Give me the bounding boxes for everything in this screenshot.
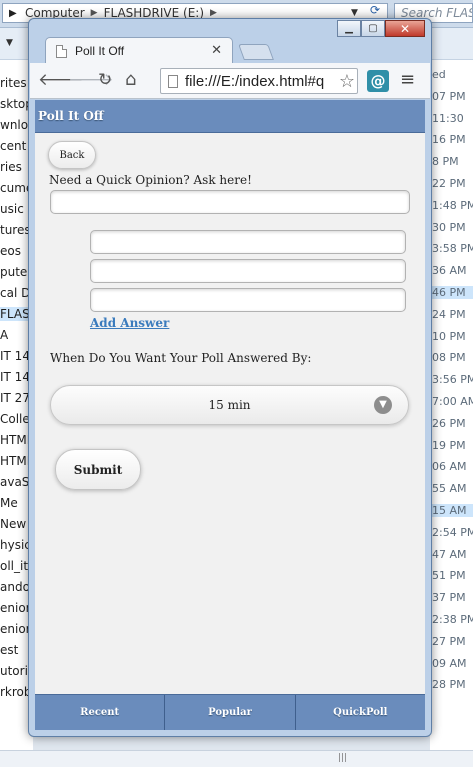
date-modified-cell: 19 PM [432, 438, 466, 452]
date-modified-cell: 08 PM [432, 351, 466, 365]
date-modified-cell: 1:48 PM [432, 198, 473, 212]
submit-button[interactable]: Submit [55, 449, 141, 490]
deadline-label: When Do You Want Your Poll Answered By: [50, 351, 312, 365]
date-modified-cell: 8 PM [432, 155, 459, 169]
nav-pane-item[interactable]: IT 14 [0, 370, 30, 384]
date-modified-cell: 24 PM [432, 307, 466, 321]
nav-pane-item[interactable]: enior [0, 622, 31, 636]
nav-pane-item[interactable]: enior [0, 601, 31, 615]
date-modified-cell: 30 PM [432, 220, 466, 234]
close-tab-icon[interactable]: ✕ [211, 43, 222, 58]
tab-title: Poll It Off [75, 44, 125, 58]
scrollbar-grip-icon[interactable]: ||| [338, 753, 347, 763]
date-modified-cell: 15 AM [432, 504, 473, 517]
answer-input-1[interactable] [90, 230, 406, 254]
breadcrumb-separator-icon: ▶ [210, 8, 217, 18]
chevron-down-icon: ▼ [374, 396, 392, 414]
new-tab-button[interactable] [238, 44, 274, 60]
deadline-selected-value: 15 min [208, 398, 251, 412]
nav-pane-item[interactable]: A [0, 328, 8, 342]
date-modified-cell: ed [432, 68, 446, 81]
browser-window: ▁ ▢ ✕ Poll It Off ✕ 🡐 🡒 ↻ ⌂ file:///E:/i… [28, 18, 432, 737]
add-answer-link[interactable]: Add Answer [90, 316, 169, 330]
date-modified-cell: 22 PM [432, 177, 466, 190]
nav-pane-item[interactable]: ando [0, 580, 30, 594]
reload-icon[interactable]: ↻ [98, 71, 112, 89]
answer-input-3[interactable] [90, 288, 406, 312]
date-modified-cell: 37 PM [432, 591, 466, 605]
menu-icon[interactable]: ≡ [400, 69, 415, 90]
nav-pane-item[interactable]: usic [0, 202, 24, 216]
extension-icon[interactable]: @ [367, 70, 389, 92]
explorer-date-column: ed 07 PM 11:30 16 PM 8 PM 22 PM 1:48 PM 30 PM 3:… [430, 60, 473, 750]
footer-nav: Recent Popular QuickPoll [35, 694, 425, 730]
tab-poll-it-off[interactable]: Poll It Off ✕ [45, 37, 233, 64]
date-modified-cell: 3:56 PM [432, 373, 473, 387]
home-icon[interactable]: ⌂ [125, 71, 136, 89]
date-modified-cell: 27 PM [432, 634, 466, 648]
tab-strip: Poll It Off ✕ [29, 19, 431, 64]
date-modified-cell: 2:38 PM [432, 613, 473, 626]
question-label: Need a Quick Opinion? Ask here! [49, 173, 252, 187]
date-modified-cell: 07 PM [432, 89, 466, 103]
nav-pane-item[interactable]: IT 27 [0, 391, 30, 405]
address-dropdown-icon[interactable]: ▼ [351, 8, 358, 18]
date-modified-cell: 55 AM [432, 482, 467, 496]
date-modified-cell: 09 AM [432, 656, 467, 670]
page-title: Poll It Off [38, 109, 104, 123]
date-modified-cell: 3:58 PM [432, 242, 473, 256]
nav-pane-item[interactable]: eos [0, 244, 21, 258]
nav-pane-item[interactable]: rites [0, 76, 27, 90]
date-modified-cell: 46 PM [432, 286, 473, 299]
deadline-select[interactable]: 15 min ▼ [50, 385, 409, 425]
back-button[interactable]: Back [48, 141, 96, 169]
page-icon [168, 74, 178, 88]
organize-dropdown-icon[interactable]: ▼ [6, 38, 13, 48]
answer-input-2[interactable] [90, 259, 406, 283]
browser-toolbar: 🡐 🡒 ↻ ⌂ file:///E:/index.html#q ☆ @ ≡ [30, 63, 430, 99]
date-modified-cell: 47 AM [432, 547, 467, 561]
footer-tab-popular[interactable]: Popular [165, 695, 296, 730]
nav-pane-item[interactable]: wnlo [0, 118, 28, 132]
breadcrumb-separator-icon: ▶ [90, 8, 98, 18]
question-input[interactable] [50, 190, 410, 214]
footer-tab-recent[interactable]: Recent [35, 695, 166, 730]
nav-pane-item[interactable]: tures [0, 223, 31, 237]
nav-pane-item[interactable]: IT 14 [0, 349, 30, 363]
nav-pane-item[interactable]: oll_it [0, 559, 28, 573]
date-modified-cell: 26 PM [432, 416, 466, 430]
nav-pane-item[interactable]: ries [0, 160, 22, 174]
page-icon [56, 44, 67, 58]
nav-pane-item[interactable]: est [0, 643, 18, 657]
date-modified-cell: 7:00 AM [432, 395, 473, 408]
footer-tab-quickpoll[interactable]: QuickPoll [296, 695, 425, 730]
nav-pane-item[interactable]: Me [0, 496, 18, 510]
app-page: Poll It Off Back Need a Quick Opinion? A… [35, 100, 425, 730]
nav-pane-item[interactable]: rkrob [0, 685, 32, 699]
date-modified-cell: 51 PM [432, 569, 466, 583]
nav-pane-item[interactable]: hysic [0, 538, 31, 552]
date-modified-cell: 10 PM [432, 329, 466, 343]
refresh-icon[interactable]: ⟳ [370, 3, 380, 17]
url-text[interactable]: file:///E:/index.html#q [185, 73, 324, 90]
date-modified-cell: 28 PM [432, 678, 466, 692]
breadcrumb-arrow-icon: ▶ [9, 8, 17, 19]
nav-pane-item[interactable]: New [0, 517, 26, 531]
date-modified-cell: 36 AM [432, 264, 467, 278]
date-modified-cell: 16 PM [432, 133, 466, 147]
explorer-scrollbar[interactable]: ||| [0, 750, 473, 767]
date-modified-cell: 06 AM [432, 460, 467, 474]
date-modified-cell: 2:54 PM [432, 525, 473, 539]
bookmark-star-icon[interactable]: ☆ [336, 71, 355, 92]
app-header: Poll It Off [35, 100, 425, 133]
date-modified-cell: 11:30 [432, 111, 464, 125]
address-bar[interactable]: file:///E:/index.html#q ☆ [160, 68, 358, 94]
